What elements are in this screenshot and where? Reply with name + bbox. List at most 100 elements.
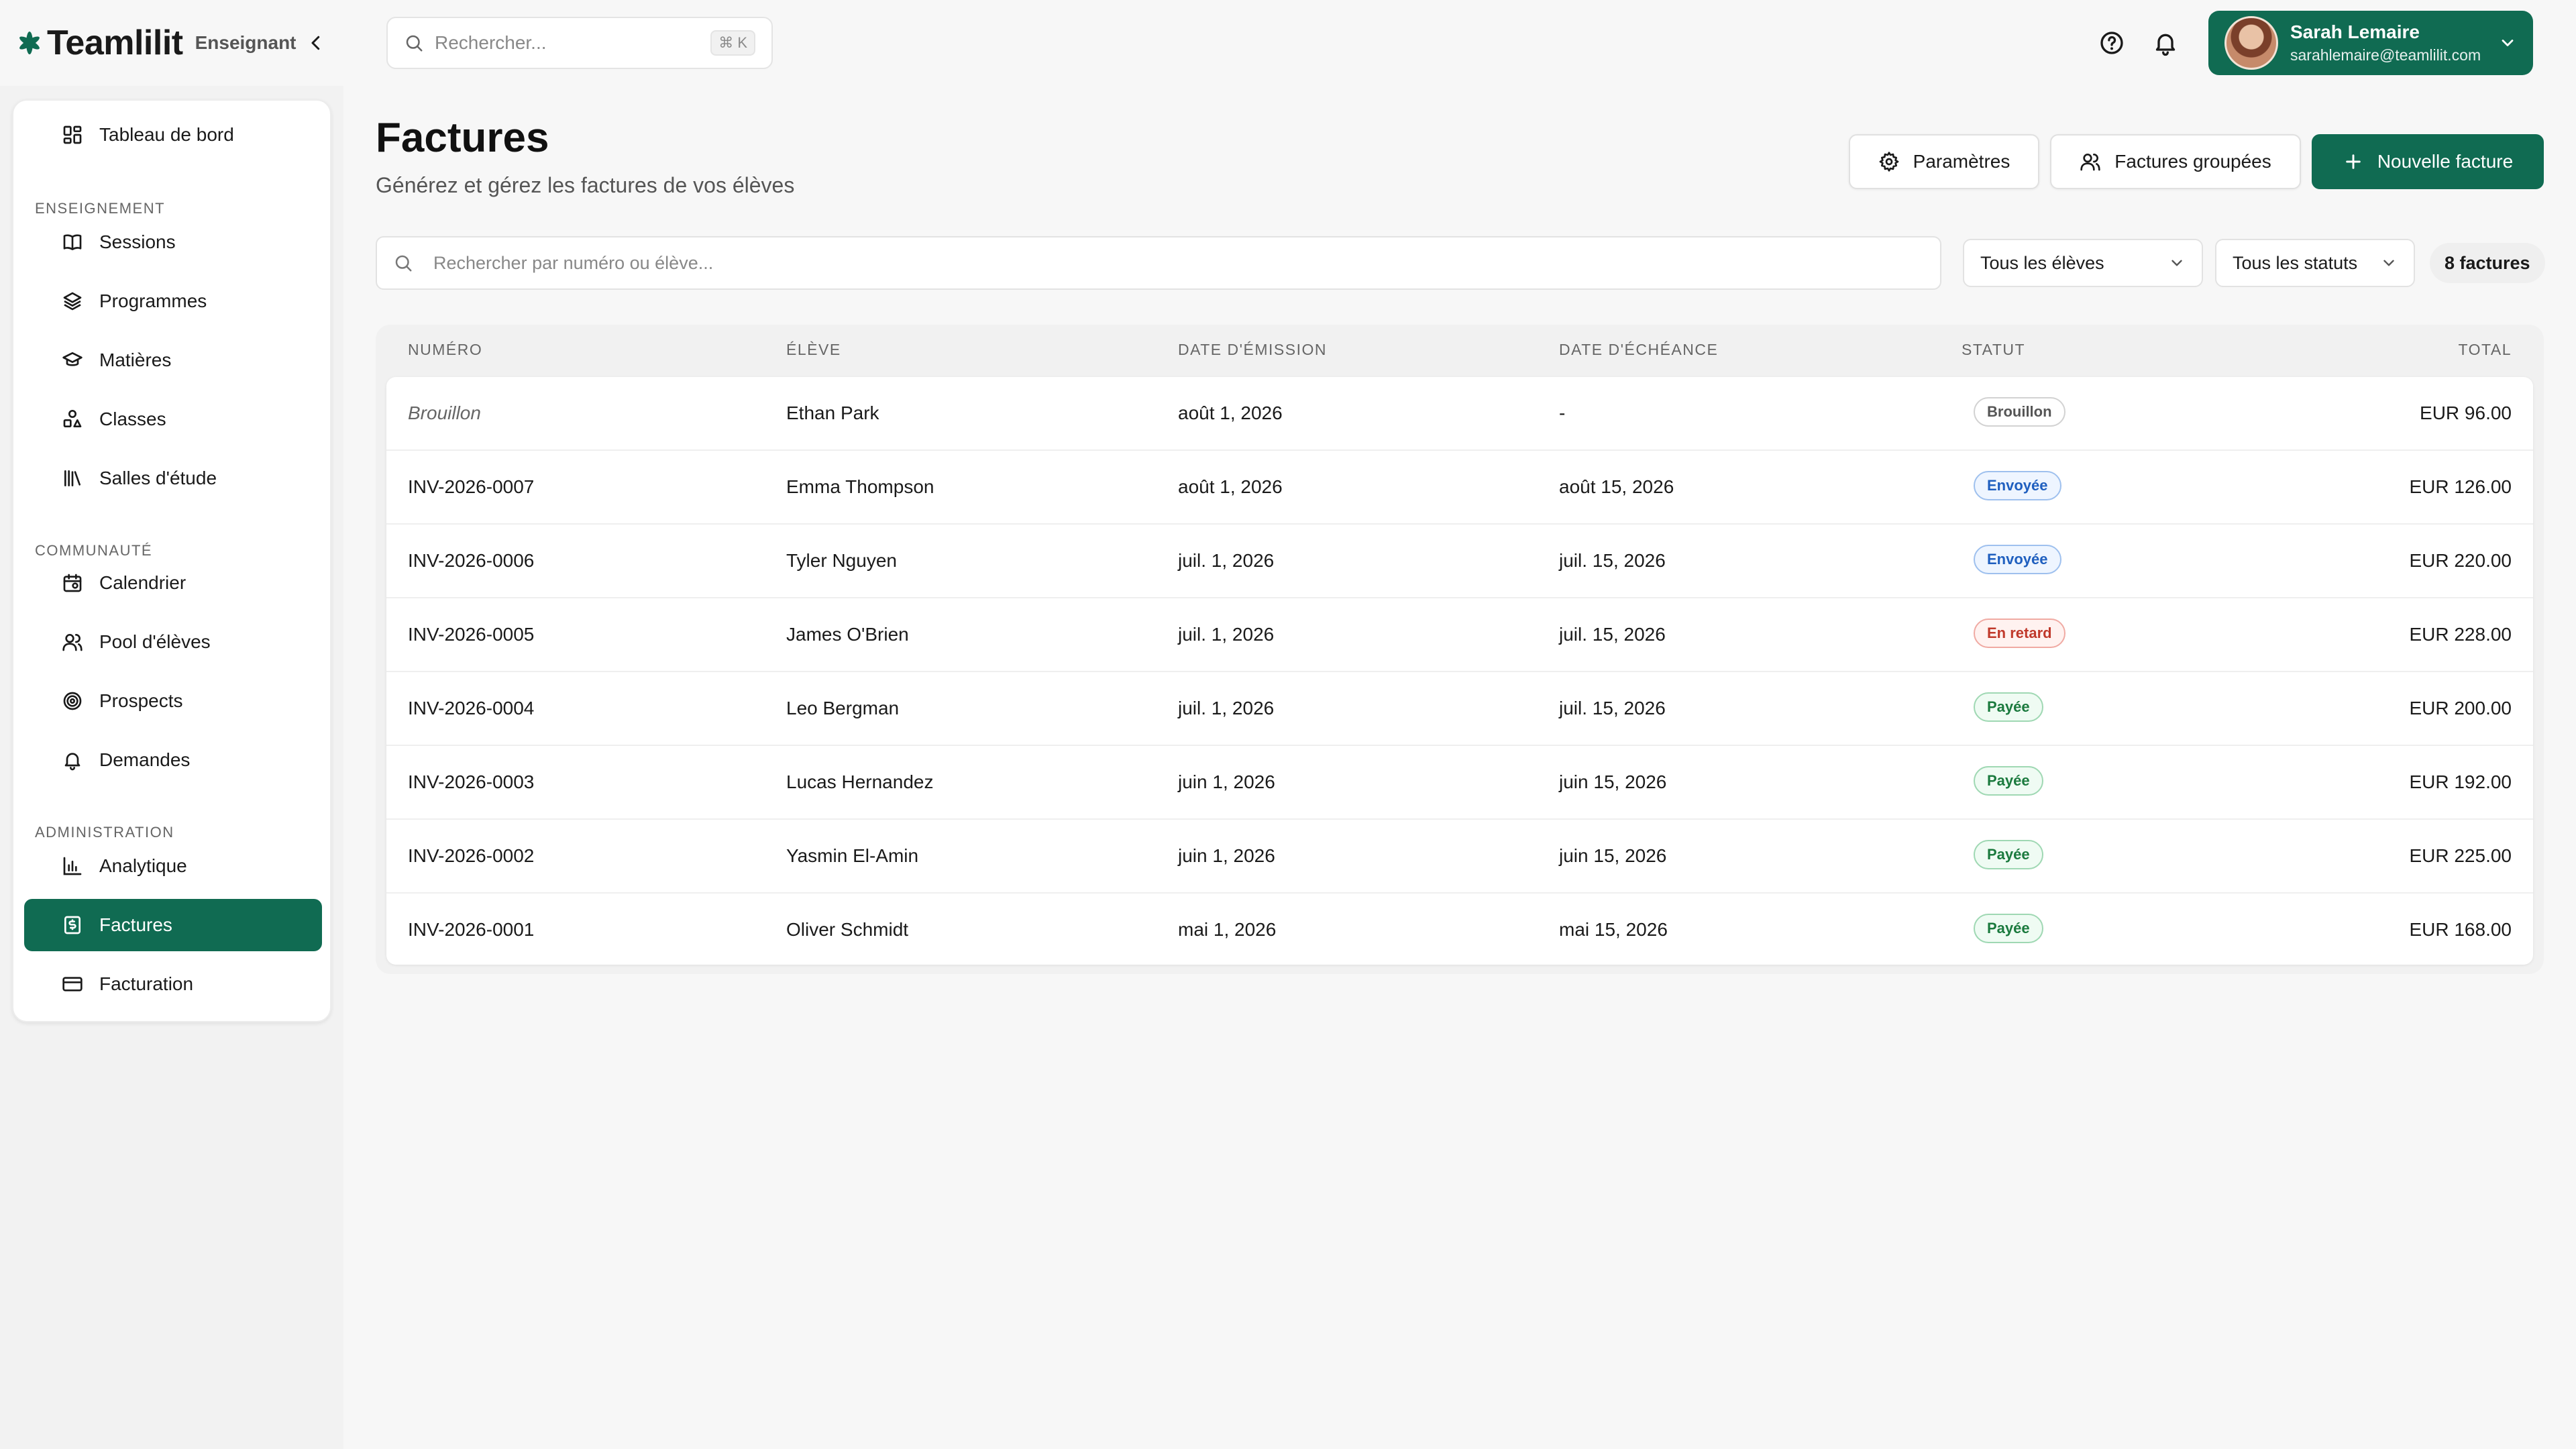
avatar bbox=[2224, 16, 2278, 70]
section-label-administration: ADMINISTRATION bbox=[35, 824, 174, 841]
status-badge: Payée bbox=[1974, 766, 2043, 796]
bell-icon bbox=[64, 753, 80, 771]
sidebar-item-label: Demandes bbox=[99, 749, 191, 770]
table-row[interactable]: INV-2026-0006 Tyler Nguyen juil. 1, 2026… bbox=[386, 525, 2533, 598]
grouped-invoices-button[interactable]: Factures groupées bbox=[2050, 134, 2301, 189]
invoice-student: Leo Bergman bbox=[786, 698, 900, 718]
graduation-cap-icon bbox=[62, 352, 83, 366]
invoice-number: INV-2026-0001 bbox=[408, 919, 535, 940]
chevron-down-icon bbox=[2502, 40, 2514, 46]
page-subtitle: Générez et gérez les factures de vos élè… bbox=[376, 173, 795, 197]
column-header-status[interactable]: STATUT bbox=[1962, 341, 2025, 359]
settings-button-label: Paramètres bbox=[1913, 151, 2010, 172]
status-badge: Payée bbox=[1974, 914, 2043, 943]
table-row[interactable]: Brouillon Ethan Park août 1, 2026 - Brou… bbox=[386, 377, 2533, 451]
status-badge: En retard bbox=[1974, 619, 2065, 648]
invoice-student: Emma Thompson bbox=[786, 476, 934, 497]
column-header-student[interactable]: ÉLÈVE bbox=[786, 341, 841, 359]
invoice-total: EUR 220.00 bbox=[2409, 550, 2512, 571]
table-row[interactable]: INV-2026-0001 Oliver Schmidt mai 1, 2026… bbox=[386, 894, 2533, 967]
invoice-due-date: - bbox=[1559, 402, 1566, 423]
sidebar-item-classes[interactable]: Classes bbox=[24, 393, 322, 445]
invoice-total: EUR 225.00 bbox=[2409, 845, 2512, 866]
invoice-total: EUR 96.00 bbox=[2420, 402, 2512, 423]
status-filter-select[interactable]: Tous les statuts bbox=[2215, 239, 2415, 287]
column-header-due-date[interactable]: DATE D'ÉCHÉANCE bbox=[1559, 341, 1718, 359]
sidebar-item-label: Factures bbox=[99, 914, 172, 935]
sidebar-item-label: Matières bbox=[99, 350, 172, 370]
invoice-count-badge: 8 factures bbox=[2430, 243, 2545, 283]
role-label: Enseignant bbox=[195, 32, 297, 53]
sidebar-item-label: Salles d'étude bbox=[99, 468, 217, 488]
status-badge: Envoyée bbox=[1974, 471, 2061, 500]
invoice-student: Oliver Schmidt bbox=[786, 919, 909, 940]
invoice-student: Ethan Park bbox=[786, 402, 879, 423]
help-icon[interactable] bbox=[2098, 30, 2125, 56]
sidebar-item-dashboard[interactable]: Tableau de bord bbox=[24, 109, 322, 161]
sidebar-item-label: Prospects bbox=[99, 690, 183, 711]
sidebar-item-calendar[interactable]: Calendrier bbox=[24, 557, 322, 609]
page-title: Factures bbox=[376, 115, 549, 161]
sidebar-item-student-pool[interactable]: Pool d'élèves bbox=[24, 616, 322, 668]
invoice-issue-date: août 1, 2026 bbox=[1178, 476, 1283, 497]
sidebar-item-analytics[interactable]: Analytique bbox=[24, 840, 322, 892]
invoice-number: INV-2026-0006 bbox=[408, 550, 535, 571]
invoice-issue-date: juin 1, 2026 bbox=[1178, 771, 1275, 792]
status-badge: Payée bbox=[1974, 692, 2043, 722]
invoice-search-input[interactable] bbox=[433, 252, 1924, 274]
global-search-input[interactable] bbox=[435, 32, 711, 54]
dashboard-icon bbox=[63, 125, 82, 144]
global-search[interactable]: ⌘ K bbox=[386, 17, 773, 69]
brand-name: Teamlilit bbox=[47, 23, 183, 62]
sidebar-item-requests[interactable]: Demandes bbox=[24, 734, 322, 786]
invoice-search[interactable] bbox=[376, 236, 1941, 290]
gear-icon bbox=[1879, 152, 1899, 172]
brand[interactable]: Teamlilit Enseignant bbox=[16, 23, 326, 63]
invoices-table: NUMÉRO ÉLÈVE DATE D'ÉMISSION DATE D'ÉCHÉ… bbox=[376, 325, 2544, 974]
invoice-issue-date: août 1, 2026 bbox=[1178, 402, 1283, 423]
column-header-number[interactable]: NUMÉRO bbox=[408, 341, 482, 359]
table-row[interactable]: INV-2026-0003 Lucas Hernandez juin 1, 20… bbox=[386, 746, 2533, 820]
sidebar-item-study-rooms[interactable]: Salles d'étude bbox=[24, 452, 322, 504]
table-row[interactable]: INV-2026-0004 Leo Bergman juil. 1, 2026 … bbox=[386, 672, 2533, 746]
invoice-number: INV-2026-0005 bbox=[408, 624, 535, 645]
bar-chart-icon bbox=[63, 857, 82, 875]
invoice-icon bbox=[64, 916, 80, 934]
sidebar-item-programmes[interactable]: Programmes bbox=[24, 275, 322, 327]
invoice-student: Lucas Hernandez bbox=[786, 771, 934, 792]
user-menu[interactable]: Sarah Lemaire sarahlemaire@teamlilit.com bbox=[2208, 11, 2533, 75]
target-icon bbox=[63, 692, 82, 710]
table-row[interactable]: INV-2026-0005 James O'Brien juil. 1, 202… bbox=[386, 598, 2533, 672]
top-bar: Teamlilit Enseignant ⌘ K Sarah Lemaire s… bbox=[0, 0, 2576, 86]
status-badge: Brouillon bbox=[1974, 397, 2065, 427]
invoice-issue-date: juin 1, 2026 bbox=[1178, 845, 1275, 866]
settings-button[interactable]: Paramètres bbox=[1849, 134, 2039, 189]
sidebar: Tableau de bord ENSEIGNEMENT Sessions Pr… bbox=[12, 99, 331, 1022]
table-row[interactable]: INV-2026-0002 Yasmin El-Amin juin 1, 202… bbox=[386, 820, 2533, 894]
invoice-student: Tyler Nguyen bbox=[786, 550, 897, 571]
sidebar-item-prospects[interactable]: Prospects bbox=[24, 675, 322, 727]
invoice-issue-date: mai 1, 2026 bbox=[1178, 919, 1277, 940]
credit-card-icon bbox=[62, 977, 83, 991]
chevron-down-icon bbox=[2171, 260, 2182, 266]
column-header-total[interactable]: TOTAL bbox=[2459, 341, 2512, 359]
new-invoice-label: Nouvelle facture bbox=[2377, 151, 2514, 172]
invoice-total: EUR 228.00 bbox=[2409, 624, 2512, 645]
sidebar-item-label: Pool d'élèves bbox=[99, 631, 211, 652]
chevron-left-icon[interactable] bbox=[306, 33, 326, 53]
sidebar-item-subjects[interactable]: Matières bbox=[24, 334, 322, 386]
invoice-number: INV-2026-0002 bbox=[408, 845, 535, 866]
sidebar-item-sessions[interactable]: Sessions bbox=[24, 216, 322, 268]
new-invoice-button[interactable]: Nouvelle facture bbox=[2312, 134, 2544, 189]
users-icon bbox=[2080, 154, 2100, 171]
column-header-issue-date[interactable]: DATE D'ÉMISSION bbox=[1178, 341, 1327, 359]
sidebar-item-billing[interactable]: Facturation bbox=[24, 958, 322, 1010]
invoice-due-date: juil. 15, 2026 bbox=[1559, 624, 1666, 645]
sidebar-item-invoices[interactable]: Factures bbox=[24, 899, 322, 951]
invoice-student: James O'Brien bbox=[786, 624, 909, 645]
users-icon bbox=[62, 634, 83, 651]
table-row[interactable]: INV-2026-0007 Emma Thompson août 1, 2026… bbox=[386, 451, 2533, 525]
sidebar-item-label: Tableau de bord bbox=[99, 124, 234, 145]
students-filter-select[interactable]: Tous les élèves bbox=[1963, 239, 2203, 287]
notifications-bell-icon[interactable] bbox=[2152, 30, 2179, 56]
